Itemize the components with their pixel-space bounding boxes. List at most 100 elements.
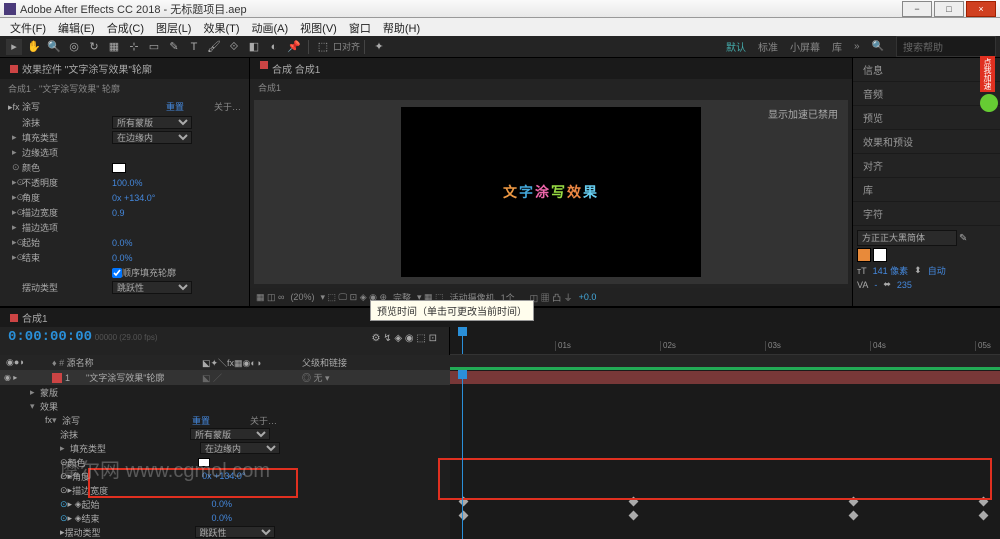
close-button[interactable]: ×: [966, 1, 996, 17]
align-label[interactable]: 口对齐: [333, 40, 360, 53]
menu-edit[interactable]: 编辑(E): [52, 18, 101, 36]
hand-tool[interactable]: ✋: [26, 39, 42, 55]
rotate-tool[interactable]: ↻: [86, 39, 102, 55]
window-title: Adobe After Effects CC 2018 - 无标题项目.aep: [20, 1, 900, 17]
menu-composition[interactable]: 合成(C): [101, 18, 150, 36]
wiggle-type-select[interactable]: 跳跃性: [112, 281, 192, 294]
mag-icon[interactable]: ▦ ◫ ∞: [256, 292, 284, 303]
anchor-tool[interactable]: ⊹: [126, 39, 142, 55]
menu-view[interactable]: 视图(V): [294, 18, 343, 36]
promo-badge[interactable]: 点我加速: [980, 56, 1000, 116]
maximize-button[interactable]: □: [934, 1, 964, 17]
playhead[interactable]: [462, 327, 463, 354]
layer-row[interactable]: ◉ ▸ 1"文字涂写效果"轮廓 ⬕ ／ ◎ 无 ▾: [0, 370, 450, 385]
eyedropper-icon[interactable]: ✎: [959, 233, 967, 244]
roto-tool[interactable]: ◐: [266, 39, 282, 55]
tl-scribble-select[interactable]: 所有蒙版: [190, 428, 270, 440]
menu-animation[interactable]: 动画(A): [246, 18, 295, 36]
viewer-comp-name: 合成1: [250, 79, 852, 96]
menu-help[interactable]: 帮助(H): [377, 18, 426, 36]
menu-layer[interactable]: 图层(L): [150, 18, 197, 36]
search-input[interactable]: 搜索帮助: [896, 36, 996, 57]
app-icon: [4, 3, 16, 15]
keyframe[interactable]: [979, 511, 989, 521]
canvas-content: 文字涂写效果: [503, 182, 599, 202]
font-select[interactable]: 方正正大黑简体: [857, 230, 957, 246]
stroke-color-swatch[interactable]: [873, 248, 887, 262]
minimize-button[interactable]: −: [902, 1, 932, 17]
stroke-width-value[interactable]: 0.9: [112, 208, 125, 218]
opacity-value[interactable]: 100.0%: [112, 178, 143, 188]
fill-type-select[interactable]: 在边缘内: [112, 131, 192, 144]
timeline-tab[interactable]: 合成1: [22, 310, 48, 325]
end-value[interactable]: 0.0%: [112, 253, 133, 263]
workspace-default[interactable]: 默认: [726, 39, 746, 54]
time-ruler[interactable]: 01s 02s 03s 04s 05s: [450, 327, 1000, 355]
brush-tool[interactable]: 🖌: [206, 39, 222, 55]
effects-controls-panel: 效果控件 "文字涂写效果"轮廓 合成1 · "文字涂写效果" 轮廓 ▸fx 涂写…: [0, 58, 250, 306]
puppet-tool[interactable]: 📌: [286, 39, 302, 55]
tl-start-value[interactable]: 0.0%: [212, 499, 233, 509]
color-swatch[interactable]: [112, 163, 126, 173]
keyframe[interactable]: [849, 511, 859, 521]
search-icon: 🔍: [872, 41, 884, 52]
workspace-more[interactable]: »: [854, 41, 860, 52]
keyframe[interactable]: [459, 511, 469, 521]
menubar: 文件(F) 编辑(E) 合成(C) 图层(L) 效果(T) 动画(A) 视图(V…: [0, 18, 1000, 36]
rect-tool[interactable]: ▭: [146, 39, 162, 55]
eraser-tool[interactable]: ◧: [246, 39, 262, 55]
highlight-box-1: [88, 468, 298, 498]
camera-tool[interactable]: ▦: [106, 39, 122, 55]
panel-effects-presets[interactable]: 效果和预设: [853, 130, 1000, 154]
panel-character[interactable]: 字符: [853, 202, 1000, 226]
panel-preview[interactable]: 预览: [853, 106, 1000, 130]
effects-panel-title: 效果控件 "文字涂写效果"轮廓: [22, 61, 152, 76]
exposure-value[interactable]: +0.0: [579, 292, 597, 302]
selection-tool[interactable]: ▸: [6, 39, 22, 55]
effects-breadcrumb: 合成1 · "文字涂写效果" 轮廓: [0, 79, 249, 98]
menu-window[interactable]: 窗口: [343, 18, 377, 36]
tracking-value[interactable]: 235: [897, 280, 912, 290]
leading-value[interactable]: 自动: [928, 264, 946, 277]
panel-align[interactable]: 对齐: [853, 154, 1000, 178]
menu-file[interactable]: 文件(F): [4, 18, 52, 36]
start-value[interactable]: 0.0%: [112, 238, 133, 248]
reset-link[interactable]: 重置: [166, 100, 184, 113]
composition-viewer: 合成 合成1 合成1 显示加速已禁用 文字涂写效果 ▦ ◫ ∞ (20%) ▾ …: [250, 58, 852, 306]
panel-audio[interactable]: 音频: [853, 82, 1000, 106]
mocha-icon[interactable]: ✦: [371, 39, 387, 55]
fill-color-swatch[interactable]: [857, 248, 871, 262]
right-panels: 信息 音频 预览 效果和预设 对齐 库 字符 方正正大黑简体 ✎ тT141 像…: [852, 58, 1000, 306]
layer-name: "文字涂写效果"轮廓: [86, 371, 164, 384]
font-size-value[interactable]: 141 像素: [873, 264, 909, 277]
timecode-display[interactable]: 0:00:00:00: [8, 329, 92, 345]
pen-tool[interactable]: ✎: [166, 39, 182, 55]
text-tool[interactable]: T: [186, 39, 202, 55]
tl-end-value[interactable]: 0.0%: [212, 513, 233, 523]
workspace-standard[interactable]: 标准: [758, 39, 778, 54]
panel-info[interactable]: 信息: [853, 58, 1000, 82]
zoom-tool[interactable]: 🔍: [46, 39, 62, 55]
viewer-tab-title[interactable]: 合成 合成1: [272, 61, 320, 76]
workspace-library[interactable]: 库: [832, 39, 842, 54]
viewport[interactable]: 显示加速已禁用 文字涂写效果: [254, 100, 848, 284]
about-link[interactable]: 关于…: [214, 100, 241, 113]
keyframe[interactable]: [629, 511, 639, 521]
tooltip: 预览时间（单击可更改当前时间）: [370, 300, 534, 321]
seq-fill-checkbox[interactable]: [112, 268, 122, 278]
tl-wiggle-select[interactable]: 跳跃性: [195, 526, 275, 538]
workspace-small[interactable]: 小屏幕: [790, 39, 820, 54]
menu-effect[interactable]: 效果(T): [197, 18, 245, 36]
clone-tool[interactable]: ⟐: [226, 39, 242, 55]
scribble-mode-select[interactable]: 所有蒙版: [112, 116, 192, 129]
angle-value[interactable]: 0x +134.0°: [112, 193, 155, 203]
snap-icon[interactable]: ⬚: [315, 39, 331, 55]
panel-library[interactable]: 库: [853, 178, 1000, 202]
window-titlebar: Adobe After Effects CC 2018 - 无标题项目.aep …: [0, 0, 1000, 18]
zoom-select[interactable]: (20%): [290, 292, 314, 302]
highlight-box-2: [438, 458, 992, 500]
tl-filltype-select[interactable]: 在边缘内: [200, 442, 280, 454]
timeline-panel: 合成1 0:00:00:00 00000 (29.00 fps) ⚙ ↯ ◈ ◉…: [0, 306, 1000, 539]
orbit-tool[interactable]: ◎: [66, 39, 82, 55]
gpu-message: 显示加速已禁用: [768, 106, 838, 121]
